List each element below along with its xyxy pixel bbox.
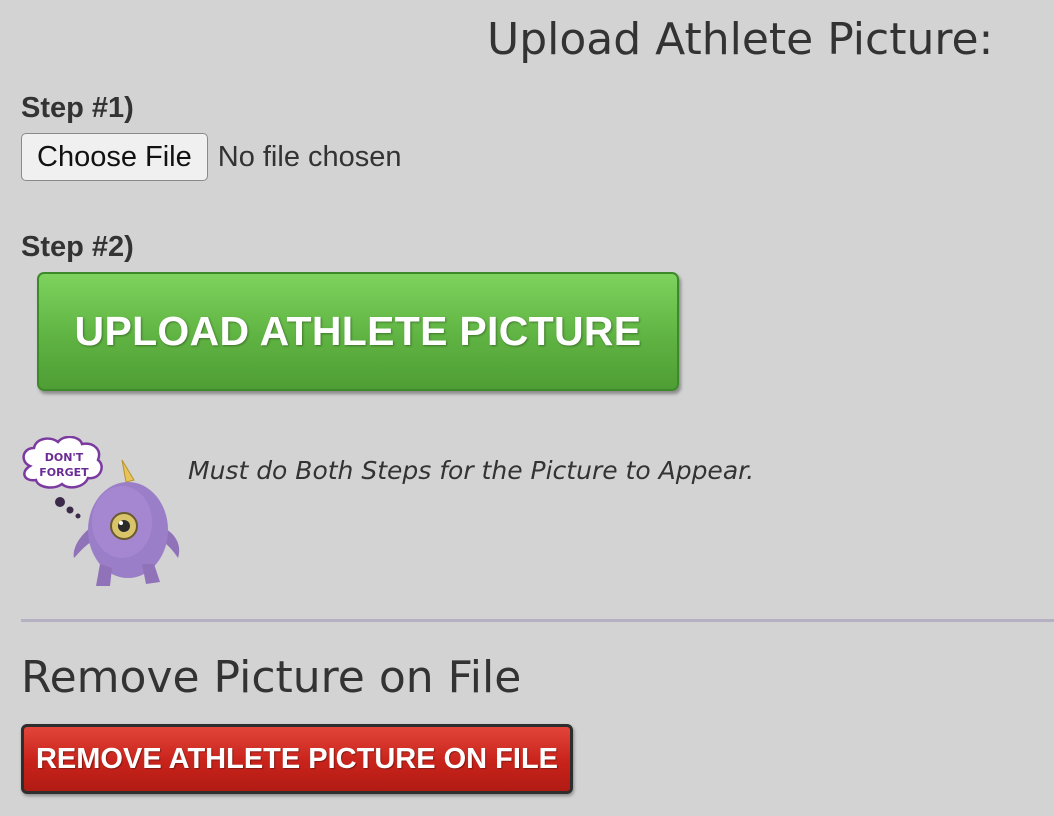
svg-text:FORGET: FORGET — [39, 466, 89, 479]
dont-forget-mascot-icon: DON'T FORGET — [18, 435, 186, 594]
svg-text:DON'T: DON'T — [45, 451, 84, 464]
step-1-label: Step #1) — [21, 92, 134, 124]
file-input[interactable]: Choose File No file chosen — [21, 133, 402, 181]
file-status-text: No file chosen — [217, 140, 402, 173]
upload-section-title: Upload Athlete Picture: — [487, 14, 994, 65]
reminder-text: Must do Both Steps for the Picture to Ap… — [188, 456, 755, 485]
section-divider — [21, 619, 1054, 622]
choose-file-button[interactable]: Choose File — [21, 133, 208, 181]
step-2-label: Step #2) — [21, 231, 134, 263]
upload-athlete-picture-button[interactable]: UPLOAD ATHLETE PICTURE — [37, 272, 679, 391]
remove-section-title: Remove Picture on File — [21, 652, 522, 703]
thought-bubble-icon: DON'T FORGET — [22, 435, 103, 519]
remove-athlete-picture-button[interactable]: REMOVE ATHLETE PICTURE ON FILE — [21, 724, 573, 794]
